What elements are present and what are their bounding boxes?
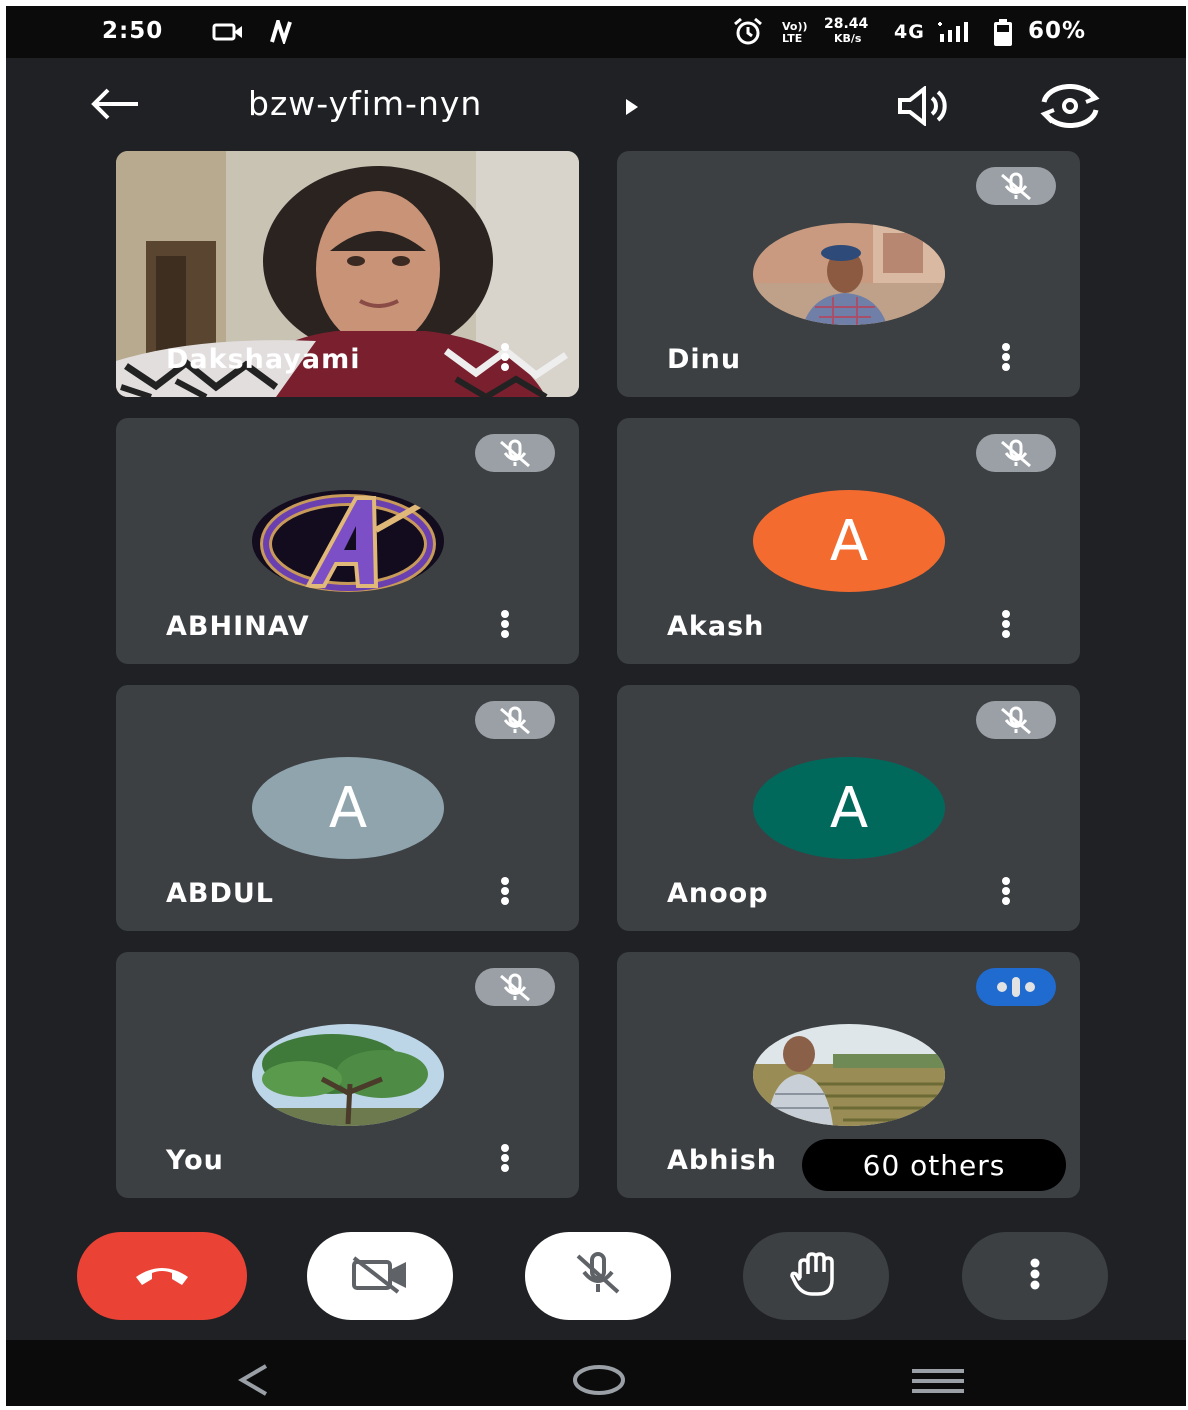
- avatar-letter: A: [829, 508, 869, 574]
- avatar: [753, 223, 945, 325]
- lte-label: LTE: [782, 32, 803, 45]
- others-count-chip[interactable]: 60 others: [802, 1139, 1066, 1191]
- participant-tile-abhinav[interactable]: ABHINAV: [116, 418, 579, 664]
- mic-off-icon: [976, 167, 1056, 205]
- participant-name: Anoop: [667, 878, 769, 909]
- mic-off-icon: [568, 1250, 628, 1302]
- more-vert-icon[interactable]: [1000, 343, 1012, 371]
- more-vert-icon: [1028, 1258, 1042, 1294]
- participant-name: Abhish: [667, 1145, 777, 1176]
- hand-icon: [786, 1250, 846, 1302]
- participant-tile-anoop[interactable]: A Anoop: [617, 685, 1080, 931]
- meet-screen: 2:50 Vo)) LTE 28.44 KB/s 4G 60% bzw-yfim…: [6, 6, 1186, 1406]
- signal-icon: [936, 20, 972, 48]
- nfc-icon: [268, 15, 296, 48]
- participant-tile-dinu[interactable]: Dinu: [617, 151, 1080, 397]
- alarm-icon: [732, 17, 764, 50]
- volte-label: Vo)): [782, 20, 808, 33]
- speaker-icon[interactable]: [896, 84, 954, 130]
- back-nav-icon[interactable]: [236, 1362, 272, 1402]
- participant-name: Akash: [667, 611, 765, 642]
- battery-icon: [992, 19, 1014, 51]
- recents-nav-icon[interactable]: [910, 1368, 966, 1398]
- play-triangle-icon[interactable]: [624, 98, 640, 120]
- participant-name: Dinu: [667, 344, 742, 375]
- participant-name: You: [166, 1145, 224, 1176]
- participant-name: ABDUL: [166, 878, 275, 909]
- meeting-code[interactable]: bzw-yfim-nyn: [248, 84, 482, 123]
- top-bar: bzw-yfim-nyn: [6, 58, 1186, 148]
- home-nav-icon[interactable]: [572, 1364, 626, 1400]
- camera-toggle-button[interactable]: [307, 1232, 453, 1320]
- more-vert-icon[interactable]: [499, 1144, 511, 1172]
- avatar: [753, 1024, 945, 1126]
- network-type: 4G: [894, 21, 925, 43]
- avengers-logo-icon: [252, 490, 444, 592]
- participant-name: ABHINAV: [166, 611, 310, 642]
- more-vert-icon[interactable]: [1000, 877, 1012, 905]
- participant-name: Dakshayami: [166, 344, 361, 375]
- mic-off-icon: [475, 701, 555, 739]
- participant-tile-you[interactable]: You: [116, 952, 579, 1198]
- participant-tile-dakshayami[interactable]: Dakshayami: [116, 151, 579, 397]
- battery-percent: 60%: [1028, 18, 1087, 44]
- more-vert-icon[interactable]: [499, 610, 511, 638]
- mic-off-icon: [976, 434, 1056, 472]
- video-off-icon: [348, 1254, 412, 1298]
- participant-tile-abdul[interactable]: A ABDUL: [116, 685, 579, 931]
- raise-hand-button[interactable]: [743, 1232, 889, 1320]
- mic-off-icon: [976, 701, 1056, 739]
- participant-tile-akash[interactable]: A Akash: [617, 418, 1080, 664]
- phone-hangup-icon: [132, 1259, 192, 1293]
- switch-camera-icon[interactable]: [1036, 84, 1104, 132]
- mic-off-icon: [475, 968, 555, 1006]
- more-vert-icon[interactable]: [499, 877, 511, 905]
- avatar: A: [252, 757, 444, 859]
- avatar-letter: A: [328, 775, 368, 841]
- screen-record-icon: [212, 22, 246, 46]
- status-time: 2:50: [102, 18, 164, 44]
- back-arrow-icon[interactable]: [88, 86, 140, 126]
- end-call-button[interactable]: [77, 1232, 247, 1320]
- mic-toggle-button[interactable]: [525, 1232, 671, 1320]
- avatar: [252, 1024, 444, 1126]
- status-bar: 2:50 Vo)) LTE 28.44 KB/s 4G 60%: [6, 6, 1186, 58]
- avatar: [252, 490, 444, 592]
- speaking-indicator-icon: [976, 968, 1056, 1006]
- avatar: A: [753, 490, 945, 592]
- speed-unit: KB/s: [834, 32, 862, 45]
- more-options-button[interactable]: [962, 1232, 1108, 1320]
- more-vert-icon[interactable]: [1000, 610, 1012, 638]
- more-vert-icon[interactable]: [499, 343, 511, 371]
- avatar-letter: A: [829, 775, 869, 841]
- speed-value: 28.44: [824, 16, 869, 32]
- avatar: A: [753, 757, 945, 859]
- system-nav-bar: [6, 1340, 1186, 1406]
- mic-off-icon: [475, 434, 555, 472]
